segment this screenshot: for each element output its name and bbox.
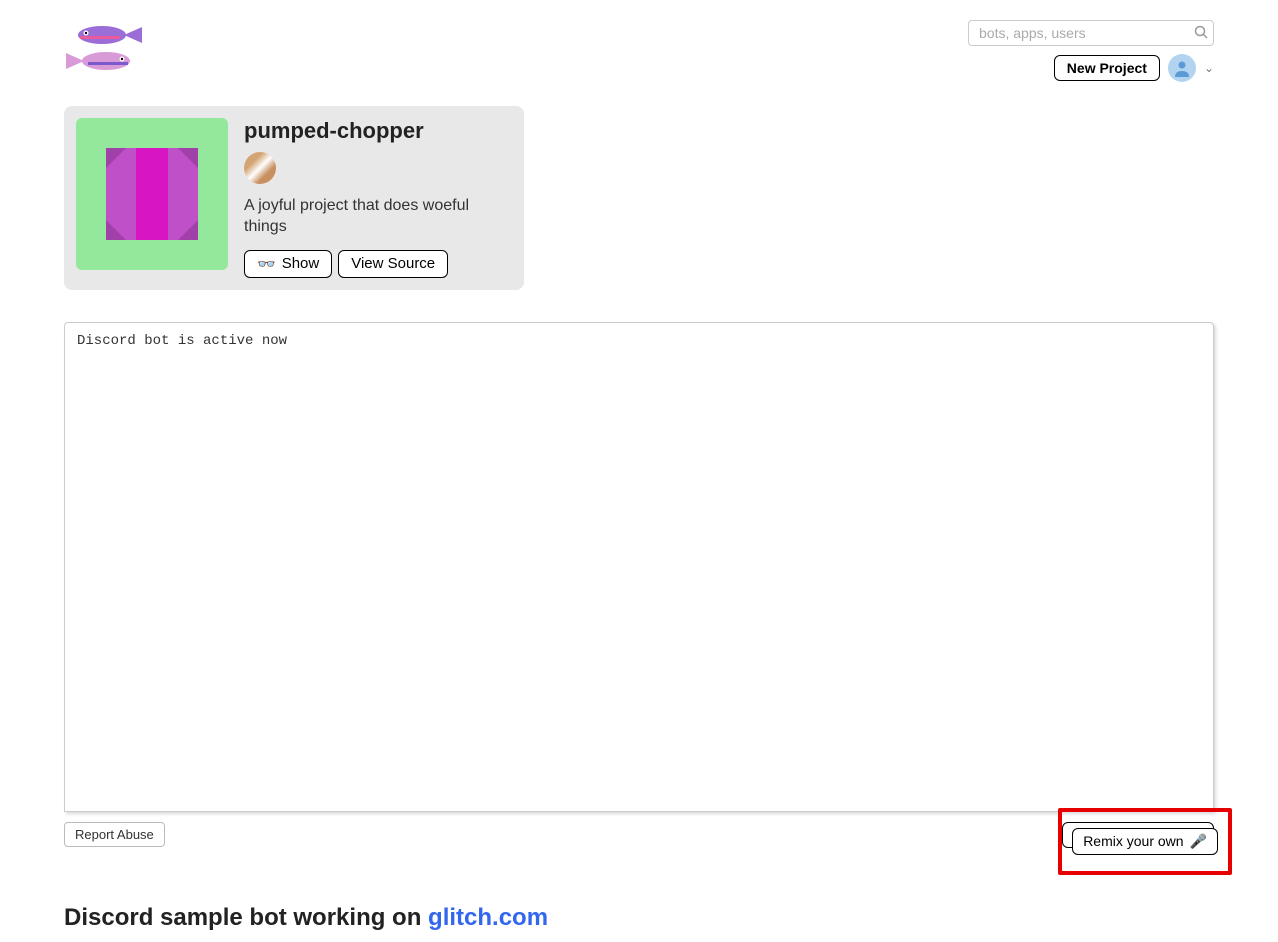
remix-button[interactable]: Remix your own 🎤 [1072, 828, 1218, 855]
sunglasses-icon: 👓 [257, 255, 276, 273]
console-output: Discord bot is active now [64, 322, 1214, 812]
project-title: pumped-chopper [244, 118, 512, 144]
console-text: Discord bot is active now [77, 333, 287, 349]
header-actions: New Project ⌄ [1054, 54, 1214, 82]
microphone-icon: 🎤 [1190, 833, 1207, 850]
project-description: A joyful project that does woeful things [244, 196, 512, 238]
fish-icon [74, 24, 144, 46]
user-avatar[interactable] [1168, 54, 1196, 82]
show-button[interactable]: 👓 Show [244, 250, 332, 278]
remix-label: Remix your own [1083, 833, 1183, 849]
article-title-prefix: Discord sample bot working on [64, 904, 428, 931]
project-buttons: 👓 Show View Source [244, 250, 512, 278]
search-icon [1194, 25, 1208, 42]
view-source-button[interactable]: View Source [338, 250, 448, 278]
project-thumbnail [76, 118, 228, 270]
footer-row: Report Abuse Add to Collection Remix you… [64, 822, 1214, 848]
project-info: pumped-chopper A joyful project that doe… [244, 118, 512, 278]
project-card: pumped-chopper A joyful project that doe… [64, 106, 524, 290]
chevron-down-icon[interactable]: ⌄ [1204, 61, 1214, 75]
main-content: pumped-chopper A joyful project that doe… [0, 106, 1278, 932]
owner-avatar[interactable] [244, 152, 276, 184]
fish-icon [64, 50, 134, 72]
footer-right: Add to Collection Remix your own 🎤 [1062, 822, 1214, 848]
new-project-button[interactable]: New Project [1054, 55, 1160, 81]
article-heading: Discord sample bot working on glitch.com [64, 904, 1214, 932]
glitch-link[interactable]: glitch.com [428, 904, 548, 931]
report-abuse-button[interactable]: Report Abuse [64, 822, 165, 847]
user-icon [1173, 59, 1191, 77]
show-label: Show [282, 255, 320, 272]
header: New Project ⌄ [0, 0, 1278, 82]
glitch-logo[interactable] [64, 20, 144, 76]
highlight-annotation: Remix your own 🎤 [1058, 808, 1232, 875]
search-input[interactable] [968, 20, 1214, 46]
search-wrap [968, 20, 1214, 46]
header-right: New Project ⌄ [968, 20, 1214, 82]
